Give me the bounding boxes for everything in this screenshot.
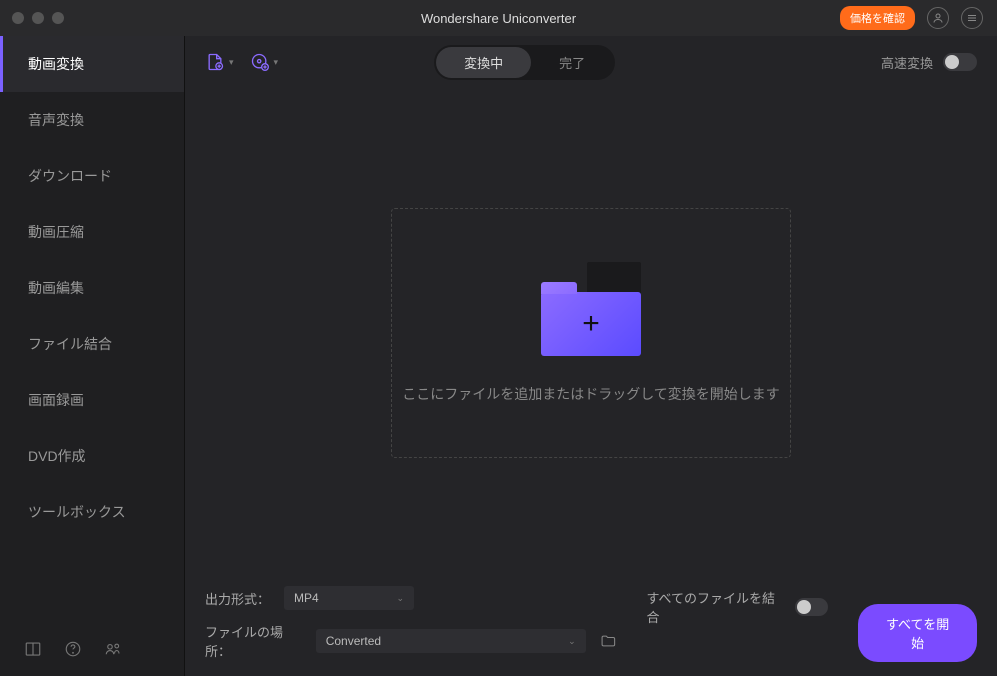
sidebar-item-5[interactable]: ファイル結合 bbox=[0, 316, 184, 372]
output-format-select[interactable]: MP4⌄ bbox=[284, 586, 414, 610]
drop-zone[interactable]: + ここにファイルを追加またはドラッグして変換を開始します bbox=[391, 208, 791, 458]
sidebar-item-1[interactable]: 音声変換 bbox=[0, 92, 184, 148]
sidebar-item-0[interactable]: 動画変換 bbox=[0, 36, 184, 92]
file-location-select[interactable]: Converted⌄ bbox=[316, 629, 586, 653]
app-title: Wondershare Uniconverter bbox=[421, 11, 576, 26]
open-folder-icon[interactable] bbox=[600, 632, 617, 650]
footer: 出力形式： MP4⌄ ファイルの場所： Converted⌄ すべてのファイルを… bbox=[185, 572, 997, 676]
main-panel: ▾ ▾ 変換中 完了 高速変換 + ここにファイルを追加またはドラッグし bbox=[184, 36, 997, 676]
start-all-button[interactable]: すべてを開始 bbox=[858, 604, 977, 662]
merge-all-toggle[interactable] bbox=[795, 598, 828, 616]
fast-convert-toggle[interactable] bbox=[943, 53, 977, 71]
sidebar-item-4[interactable]: 動画編集 bbox=[0, 260, 184, 316]
merge-all-label: すべてのファイルを結合 bbox=[646, 588, 785, 626]
sidebar-item-7[interactable]: DVD作成 bbox=[0, 428, 184, 484]
chevron-down-icon: ⌄ bbox=[396, 593, 404, 604]
window-controls[interactable] bbox=[0, 12, 64, 24]
chevron-down-icon: ▾ bbox=[229, 57, 234, 68]
sidebar: 動画変換音声変換ダウンロード動画圧縮動画編集ファイル結合画面録画DVD作成ツール… bbox=[0, 36, 184, 676]
sidebar-item-2[interactable]: ダウンロード bbox=[0, 148, 184, 204]
menu-icon[interactable] bbox=[961, 7, 983, 29]
sidebar-item-3[interactable]: 動画圧縮 bbox=[0, 204, 184, 260]
folder-add-icon: + bbox=[541, 262, 641, 356]
chevron-down-icon: ⌄ bbox=[568, 636, 576, 647]
file-location-label: ファイルの場所： bbox=[205, 622, 302, 660]
titlebar: Wondershare Uniconverter 価格を確認 bbox=[0, 0, 997, 36]
user-icon[interactable] bbox=[927, 7, 949, 29]
sidebar-item-8[interactable]: ツールボックス bbox=[0, 484, 184, 540]
tab-group: 変換中 完了 bbox=[434, 45, 615, 80]
add-file-button[interactable]: ▾ bbox=[205, 52, 234, 72]
price-button[interactable]: 価格を確認 bbox=[840, 6, 915, 30]
output-format-label: 出力形式： bbox=[205, 589, 270, 608]
toolbar: ▾ ▾ 変換中 完了 高速変換 bbox=[185, 36, 997, 88]
tab-done[interactable]: 完了 bbox=[531, 47, 613, 78]
add-disc-button[interactable]: ▾ bbox=[250, 52, 279, 72]
tab-converting[interactable]: 変換中 bbox=[436, 47, 531, 78]
guide-icon[interactable] bbox=[24, 640, 42, 658]
contact-icon[interactable] bbox=[104, 640, 122, 658]
help-icon[interactable] bbox=[64, 640, 82, 658]
drop-zone-text: ここにファイルを追加またはドラッグして変換を開始します bbox=[402, 384, 780, 404]
sidebar-item-6[interactable]: 画面録画 bbox=[0, 372, 184, 428]
chevron-down-icon: ▾ bbox=[274, 57, 279, 68]
fast-convert-label: 高速変換 bbox=[881, 53, 933, 72]
